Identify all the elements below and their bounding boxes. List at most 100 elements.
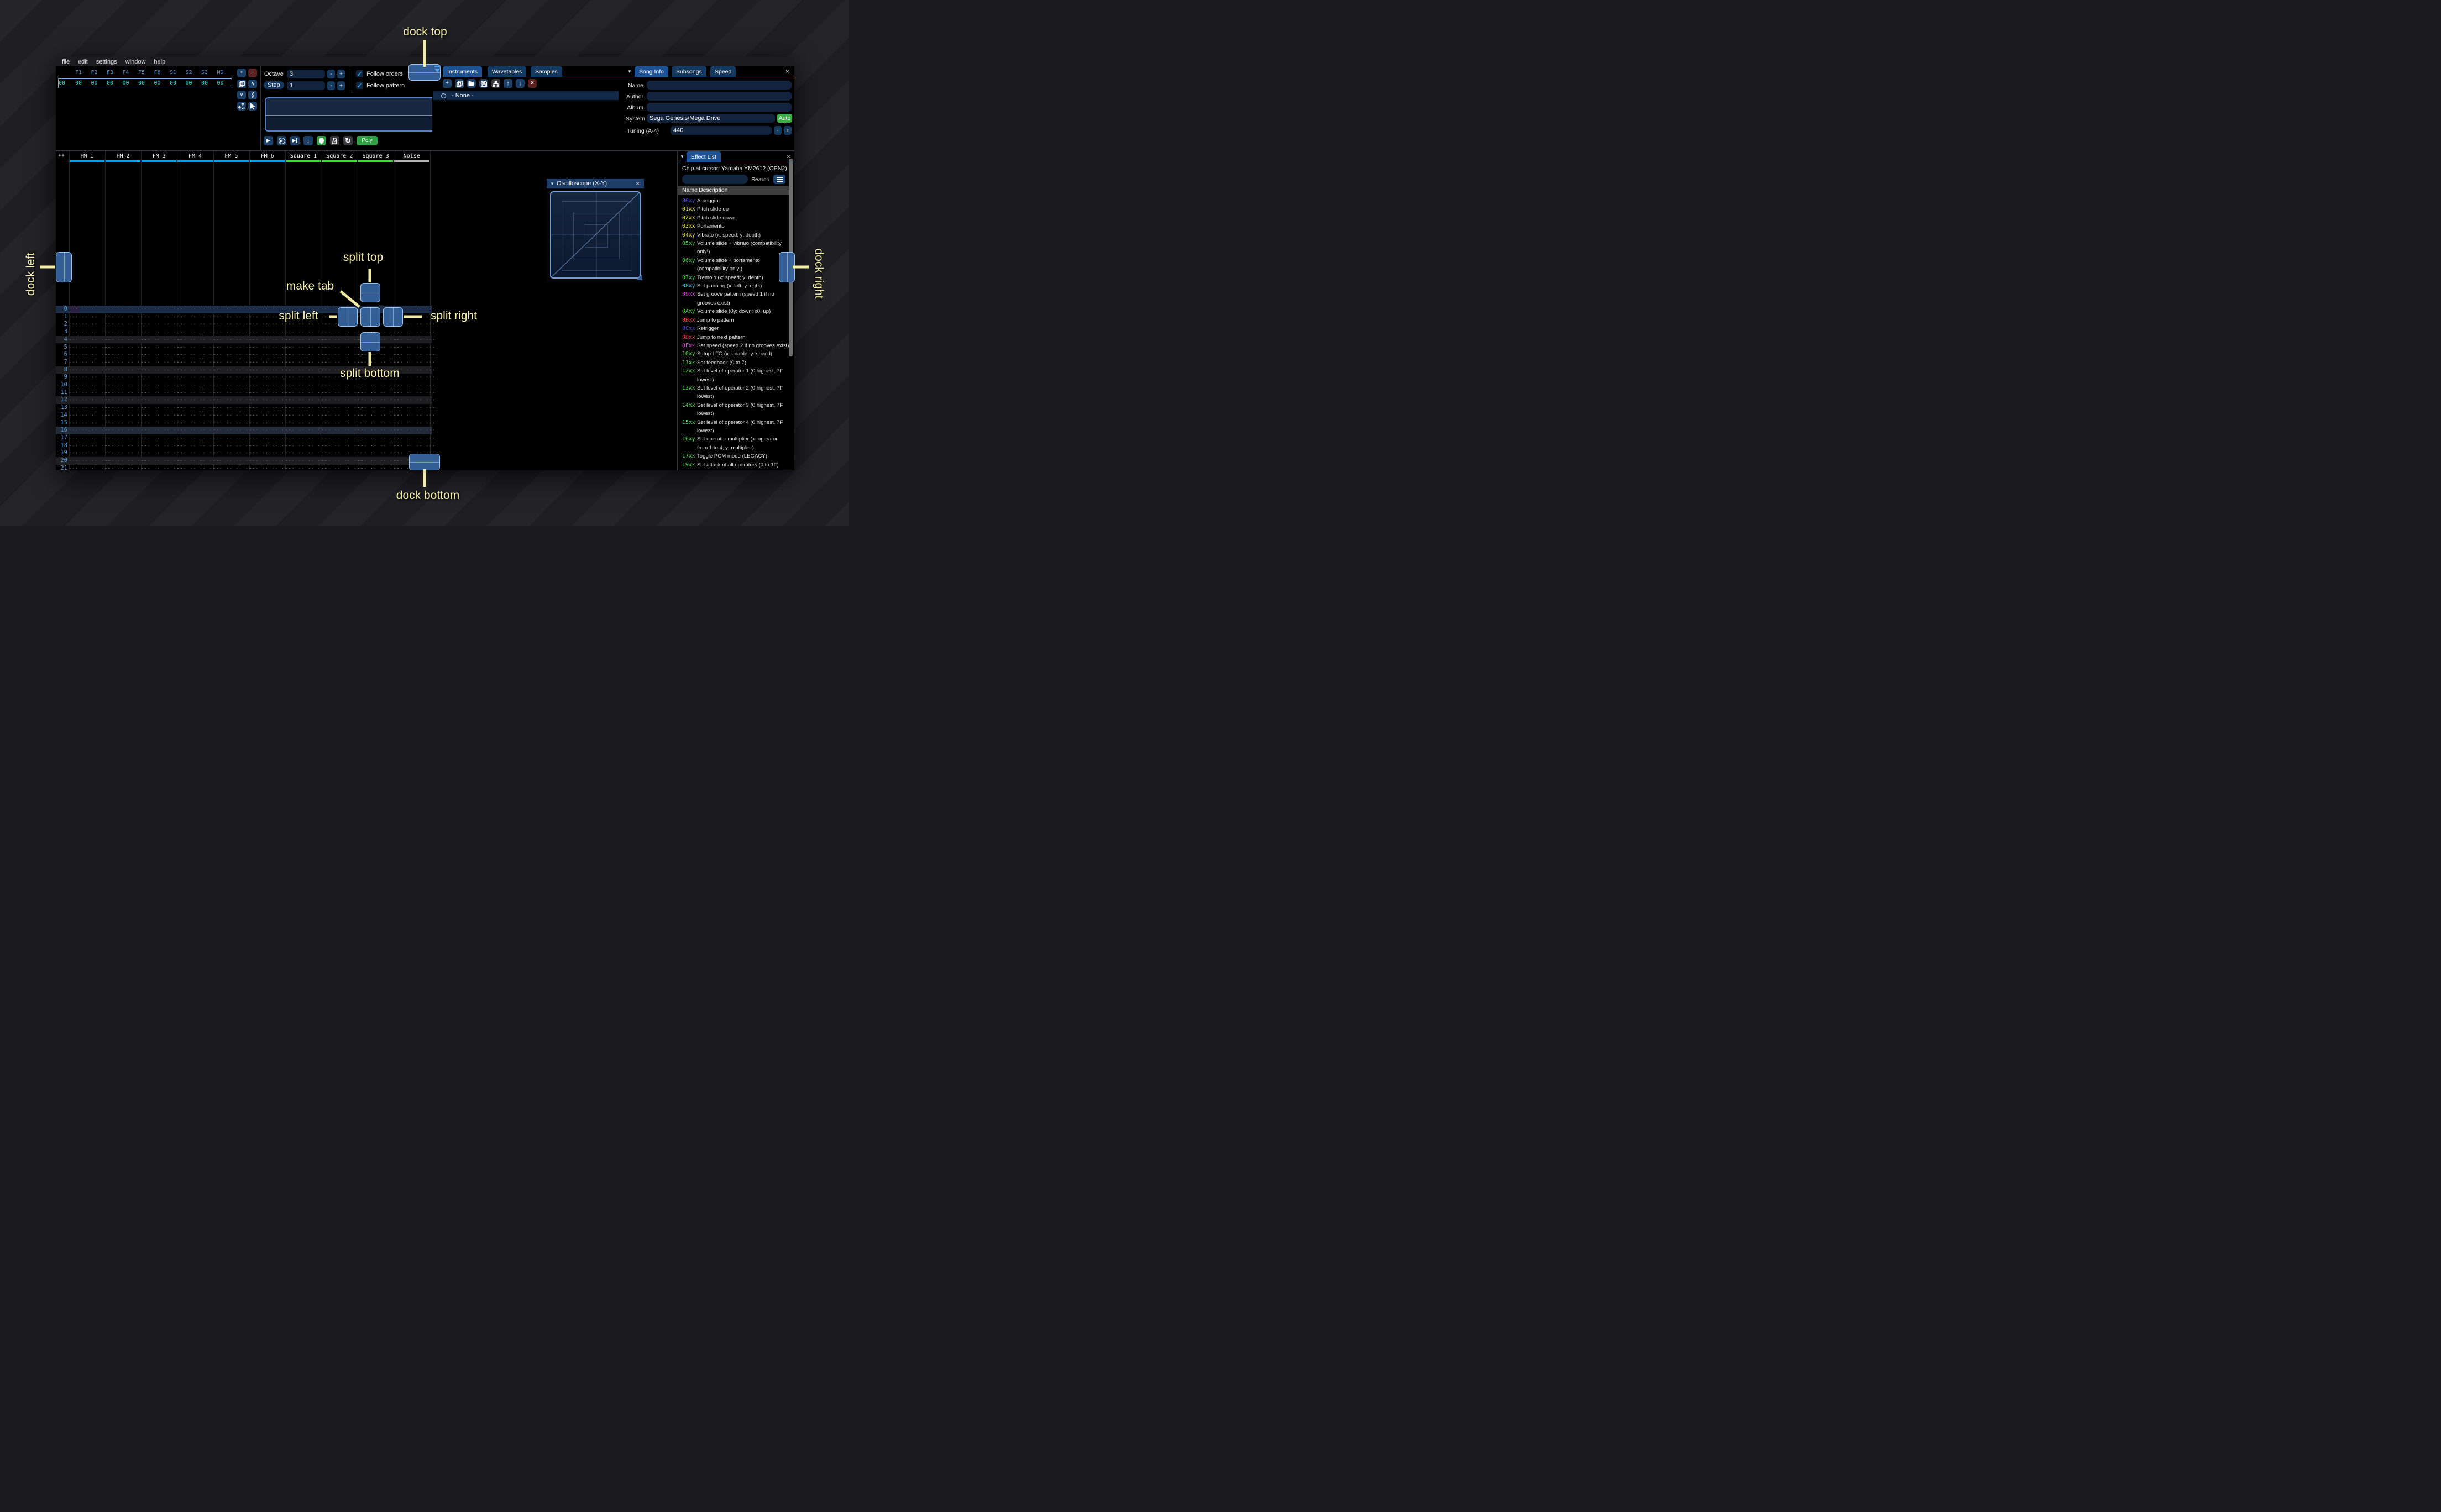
pattern-cell[interactable]: ··· ·· ·· ··· — [322, 351, 363, 359]
octave-minus-button[interactable]: - — [327, 70, 335, 78]
follow-pattern-checkbox[interactable]: ✓ — [356, 82, 363, 90]
orders-cell[interactable]: 00 — [103, 80, 117, 86]
pattern-cell[interactable]: ··· ·· ·· ··· — [177, 351, 218, 359]
window-menu-arrow-icon[interactable] — [434, 66, 441, 72]
author-input[interactable] — [647, 92, 792, 101]
pattern-cell[interactable]: ··· ·· ·· ··· — [358, 419, 399, 427]
pattern-cell[interactable]: ··· ·· ·· ··· — [394, 427, 435, 434]
pattern-cell[interactable]: ··· ·· ·· ··· — [69, 396, 111, 404]
effect-row-0Fxx[interactable]: 0Fxx Set speed (speed 2 if no grooves exi… — [682, 342, 791, 350]
step-minus-button[interactable]: - — [327, 81, 335, 90]
pattern-cell[interactable]: ··· ·· ·· ··· — [394, 351, 435, 359]
split-target-right[interactable] — [383, 307, 403, 327]
pattern-cell[interactable]: ··· ·· ·· ··· — [105, 404, 146, 412]
pattern-cell[interactable]: ··· ·· ·· ··· — [394, 412, 435, 419]
pattern-cell[interactable]: ··· ·· ·· ··· — [358, 457, 399, 465]
effect-list-menu-button[interactable] — [773, 175, 785, 184]
octave-input[interactable] — [287, 70, 325, 78]
pattern-cell[interactable]: ··· ·· ·· ··· — [285, 396, 327, 404]
orders-cell[interactable]: 00 — [71, 80, 86, 86]
pattern-cell[interactable]: ··· ·· ·· ··· — [358, 427, 399, 434]
pattern-cell[interactable]: ··· ·· ·· ··· — [177, 449, 218, 457]
pattern-cell[interactable]: ··· ·· ·· ··· — [105, 313, 146, 321]
edit-record-button[interactable] — [317, 136, 326, 145]
effect-row-0Dxx[interactable]: 0Dxx Jump to next pattern — [682, 333, 791, 342]
pattern-cell[interactable]: ··· ·· ·· ··· — [69, 404, 111, 412]
effect-row-03xx[interactable]: 03xx Portamento — [682, 222, 791, 230]
pattern-cell[interactable]: ··· ·· ·· ··· — [69, 449, 111, 457]
oscilloscope-title-bar[interactable]: ▼ Oscilloscope (X-Y) × — [547, 179, 644, 188]
make-tab-target[interactable] — [360, 307, 380, 327]
pattern-cell[interactable]: ··· ·· ·· ··· — [69, 313, 111, 321]
pattern-cell[interactable]: ··· ·· ·· ··· — [394, 381, 435, 389]
order-edit-mode-button[interactable] — [248, 102, 257, 111]
effect-row-01xx[interactable]: 01xx Pitch slide up — [682, 205, 791, 213]
effect-row-0Cxx[interactable]: 0Cxx Retrigger — [682, 324, 791, 333]
pattern-cell[interactable]: ··· ·· ·· ··· — [322, 359, 363, 366]
step-plus-button[interactable]: + — [337, 81, 345, 90]
pattern-cell[interactable]: ··· ·· ·· ··· — [141, 396, 182, 404]
pattern-cell[interactable]: ··· ·· ·· ··· — [322, 465, 363, 470]
pattern-cell[interactable]: ··· ·· ·· ··· — [213, 404, 255, 412]
album-input[interactable] — [647, 103, 792, 112]
tuning-plus-button[interactable]: + — [784, 126, 792, 135]
pattern-cell[interactable]: ··· ·· ·· ··· — [358, 434, 399, 442]
pattern-cell[interactable]: ··· ·· ·· ··· — [69, 344, 111, 351]
order-remove-button[interactable]: − — [248, 69, 257, 77]
pattern-cell[interactable]: ··· ·· ·· ··· — [358, 351, 399, 359]
effect-search-input[interactable] — [682, 175, 748, 184]
pattern-cell[interactable]: ··· ·· ·· ··· — [213, 344, 255, 351]
dock-target-right[interactable] — [779, 252, 795, 282]
pattern-cell[interactable]: ··· ·· ·· ··· — [213, 306, 255, 313]
pattern-cell[interactable]: ··· ·· ·· ··· — [322, 344, 363, 351]
channel-header-noise[interactable]: Noise — [394, 153, 429, 159]
pattern-cell[interactable]: ··· ·· ·· ··· — [177, 404, 218, 412]
pattern-cell[interactable]: ··· ·· ·· ··· — [249, 412, 291, 419]
pattern-cell[interactable]: ··· ·· ·· ··· — [249, 374, 291, 381]
order-add-button[interactable]: + — [237, 69, 246, 77]
pattern-cell[interactable]: ··· ·· ·· ··· — [213, 321, 255, 328]
pattern-cell[interactable]: ··· ·· ·· ··· — [213, 374, 255, 381]
pattern-cell[interactable]: ··· ·· ·· ··· — [322, 336, 363, 344]
pattern-cell[interactable]: ··· ·· ·· ··· — [177, 434, 218, 442]
pattern-cell[interactable]: ··· ·· ·· ··· — [249, 351, 291, 359]
pattern-cell[interactable]: ··· ·· ·· ··· — [69, 457, 111, 465]
pattern-cell[interactable]: ··· ·· ·· ··· — [213, 465, 255, 470]
channel-header-fm-4[interactable]: FM 4 — [177, 153, 213, 159]
tab-instruments[interactable]: Instruments — [443, 66, 482, 77]
pattern-cell[interactable]: ··· ·· ·· ··· — [213, 313, 255, 321]
oscilloscope-close-icon[interactable]: × — [636, 180, 640, 187]
orders-cell[interactable]: 00 — [213, 80, 228, 86]
effect-row-09xx[interactable]: 09xx Set groove pattern (speed 1 if no gr… — [682, 290, 791, 307]
effect-row-15xx[interactable]: 15xx Set level of operator 4 (0 highest, … — [682, 418, 791, 435]
pattern-cell[interactable]: ··· ·· ·· ··· — [105, 351, 146, 359]
instrument-delete-button[interactable]: × — [528, 79, 537, 88]
effect-row-19xx[interactable]: 19xx Set attack of all operators (0 to 1F… — [682, 461, 791, 469]
step-row-button[interactable]: ↓ — [303, 136, 313, 145]
pattern-cell[interactable]: ··· ·· ·· ··· — [358, 389, 399, 397]
effect-row-16xy[interactable]: 16xy Set operator multiplier (x: operator… — [682, 435, 791, 452]
pattern-cell[interactable]: ··· ·· ·· ··· — [177, 396, 218, 404]
menu-settings[interactable]: settings — [96, 59, 117, 65]
effect-row-14xx[interactable]: 14xx Set level of operator 3 (0 highest, … — [682, 401, 791, 418]
pattern-cell[interactable]: ··· ·· ·· ··· — [285, 465, 327, 470]
pattern-cell[interactable]: ··· ·· ·· ··· — [141, 344, 182, 351]
song-info-close-icon[interactable]: × — [785, 67, 789, 75]
pattern-cell[interactable]: ··· ·· ·· ··· — [141, 359, 182, 366]
collapse-arrow-icon[interactable]: ▼ — [627, 69, 632, 74]
effect-row-06xy[interactable]: 06xy Volume slide + portamento (compatibi… — [682, 256, 791, 274]
pattern-cell[interactable]: ··· ·· ·· ··· — [249, 465, 291, 470]
pattern-cell[interactable]: ··· ·· ·· ··· — [322, 328, 363, 336]
pattern-cell[interactable]: ··· ·· ·· ··· — [213, 366, 255, 374]
pattern-cell[interactable]: ··· ·· ·· ··· — [141, 427, 182, 434]
pattern-cell[interactable]: ··· ·· ·· ··· — [213, 427, 255, 434]
pattern-cell[interactable]: ··· ·· ·· ··· — [394, 404, 435, 412]
pattern-cell[interactable]: ··· ·· ·· ··· — [141, 306, 182, 313]
menu-file[interactable]: file — [62, 59, 70, 65]
pattern-cell[interactable]: ··· ·· ·· ··· — [322, 427, 363, 434]
split-target-bottom[interactable] — [360, 332, 380, 351]
pattern-cell[interactable]: ··· ·· ·· ··· — [358, 412, 399, 419]
pattern-cell[interactable]: ··· ·· ·· ··· — [285, 457, 327, 465]
pattern-cell[interactable]: ··· ·· ·· ··· — [322, 457, 363, 465]
pattern-row-19[interactable]: 19 ··· ·· ·· ··· ··· ·· ·· ··· ··· ·· ·· ··… — [56, 449, 434, 457]
